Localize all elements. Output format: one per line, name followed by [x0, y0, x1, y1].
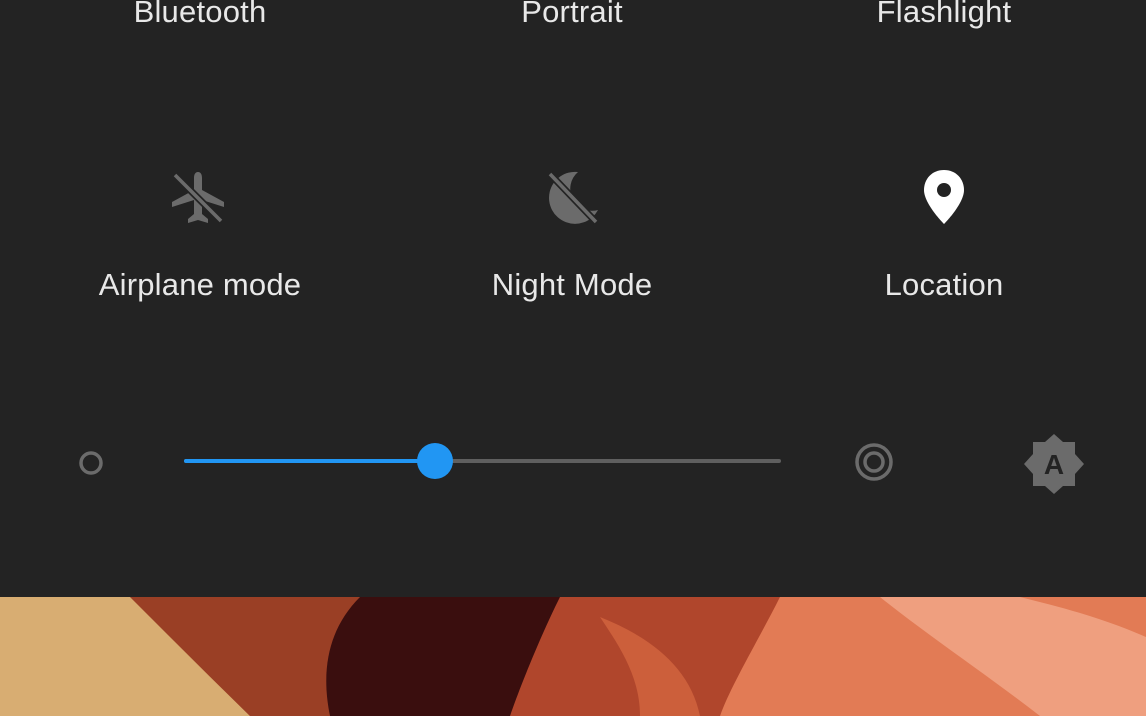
location-pin-icon — [924, 170, 964, 224]
brightness-slider-fill — [184, 459, 435, 463]
auto-brightness-button[interactable]: A — [1022, 432, 1086, 496]
quick-settings-panel: Bluetooth Portrait Flashlight Airplane m… — [0, 0, 1146, 597]
tile-label-night-mode: Night Mode — [491, 267, 653, 302]
tile-label-flashlight: Flashlight — [876, 0, 1012, 29]
brightness-low-icon — [79, 451, 103, 475]
wallpaper-background — [0, 597, 1146, 716]
brightness-high-icon — [855, 443, 893, 481]
tile-label-location: Location — [884, 267, 1004, 302]
auto-brightness-letter: A — [1044, 449, 1064, 480]
brightness-slider[interactable] — [184, 443, 781, 479]
night-mode-off-icon — [547, 171, 599, 225]
brightness-slider-thumb[interactable] — [416, 443, 453, 479]
tile-label-bluetooth: Bluetooth — [133, 0, 267, 29]
tile-label-portrait: Portrait — [521, 0, 623, 29]
tile-label-airplane-mode: Airplane mode — [98, 267, 302, 302]
airplane-off-icon — [172, 172, 224, 224]
wallpaper-art — [0, 597, 1146, 716]
auto-brightness-icon: A — [1024, 434, 1084, 494]
